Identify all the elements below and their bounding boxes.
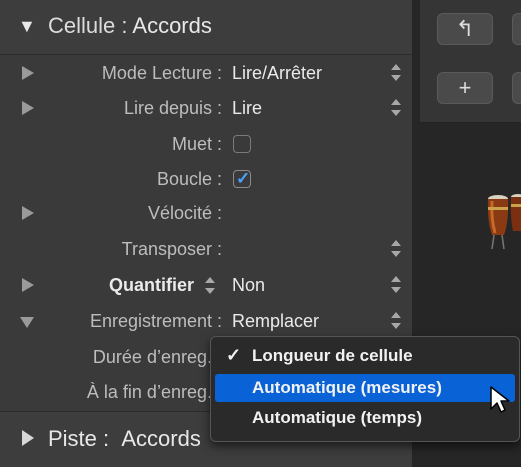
disclosure-triangle-icon[interactable] [22, 430, 34, 446]
disclosure-open-icon[interactable] [20, 317, 34, 328]
recording-updown-icon[interactable] [390, 312, 402, 332]
record-length-menu: ✓ Longueur de cellule Automatique (mesur… [210, 336, 520, 442]
play-from-popup[interactable]: Lire [232, 98, 262, 119]
quantize-mode-updown-icon[interactable] [204, 277, 216, 297]
row-transpose: Transposer : [0, 232, 412, 268]
menu-item-cell-length[interactable]: ✓ Longueur de cellule [215, 342, 515, 370]
play-from-label: Lire depuis : [123, 98, 222, 118]
mouse-pointer-icon [490, 386, 510, 413]
quantize-popup[interactable]: Non [232, 275, 265, 296]
quantize-updown-icon[interactable] [390, 276, 402, 296]
add-track-button[interactable]: + [437, 72, 493, 104]
back-arrow-button[interactable]: ↰ [437, 13, 493, 45]
mute-checkbox[interactable] [233, 135, 251, 153]
disclosure-triangle-icon[interactable] [22, 66, 34, 80]
record-end-label: À la fin d’enreg. : [86, 382, 222, 402]
recording-popup[interactable]: Remplacer [232, 311, 319, 332]
row-play-mode: Mode Lecture : Lire/Arrêter [0, 56, 412, 92]
disclosure-open-icon[interactable]: ▼ [18, 16, 36, 37]
toolbar-button-partial[interactable] [512, 13, 521, 45]
toolbar-button-partial[interactable] [512, 72, 521, 104]
checkmark-icon: ✓ [226, 345, 242, 365]
disclosure-triangle-icon[interactable] [22, 278, 34, 292]
velocity-label: Vélocité : [147, 203, 222, 223]
checkmark-icon: ✓ [236, 169, 251, 188]
toolbar-top: ↰ [420, 0, 521, 59]
menu-item-auto-bars[interactable]: Automatique (mesures) [215, 374, 515, 402]
play-mode-label: Mode Lecture : [101, 63, 222, 83]
row-recording: Enregistrement : Remplacer [0, 304, 412, 340]
plus-icon: + [458, 75, 472, 100]
menu-item-auto-beats[interactable]: Automatique (temps) [215, 404, 515, 432]
quantize-label[interactable]: Quantifier [109, 275, 194, 296]
row-loop: Boucle : ✓ [0, 162, 412, 198]
row-velocity: Vélocité : [0, 196, 412, 232]
conga-drums-icon [487, 194, 521, 250]
menu-item-label: Automatique (mesures) [252, 378, 442, 397]
mute-label: Muet : [171, 134, 222, 154]
menu-item-label: Automatique (temps) [252, 408, 422, 427]
menu-item-label: Longueur de cellule [252, 346, 413, 365]
play-from-updown-icon[interactable] [390, 99, 402, 119]
toolbar-tracks: + [420, 58, 521, 123]
track-title: Piste : Accords [48, 426, 201, 451]
inspector-title: Cellule : Accords [48, 13, 212, 38]
transpose-updown-icon[interactable] [390, 240, 402, 260]
loop-label: Boucle : [156, 169, 222, 189]
play-mode-updown-icon[interactable] [390, 64, 402, 84]
disclosure-triangle-icon[interactable] [22, 206, 34, 220]
play-mode-popup[interactable]: Lire/Arrêter [232, 63, 322, 84]
row-quantize: Quantifier Non [0, 268, 412, 304]
loop-checkbox[interactable]: ✓ [233, 169, 251, 188]
recording-label: Enregistrement : [89, 311, 222, 331]
row-mute: Muet : [0, 127, 412, 163]
back-arrow-icon: ↰ [455, 16, 475, 41]
cell-inspector-header[interactable]: ▼ Cellule : Accords [0, 0, 412, 55]
row-play-from: Lire depuis : Lire [0, 91, 412, 127]
transpose-label: Transposer : [121, 239, 222, 259]
disclosure-triangle-icon[interactable] [22, 101, 34, 115]
record-length-label: Durée d’enreg. : [92, 347, 222, 367]
